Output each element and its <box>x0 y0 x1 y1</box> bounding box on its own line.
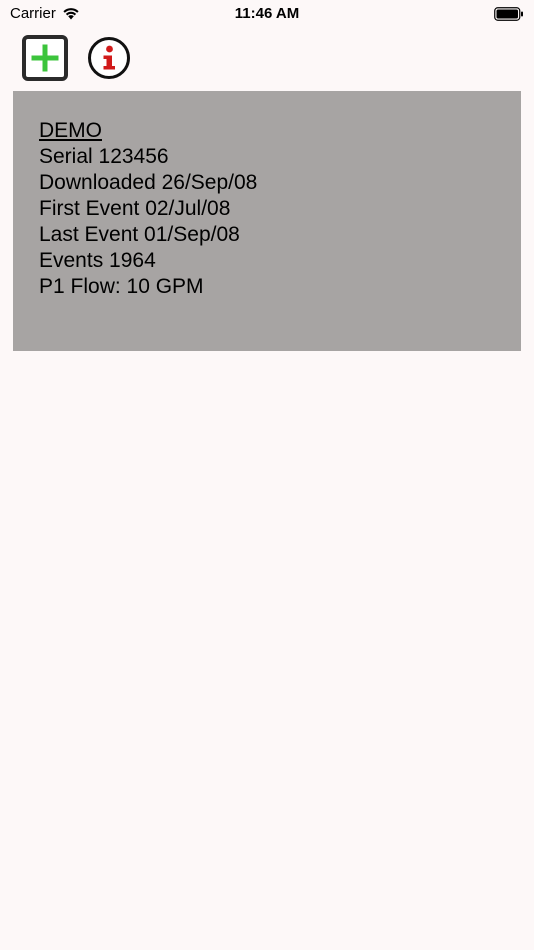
status-bar: Carrier 11:46 AM <box>0 0 534 30</box>
device-flow: P1 Flow: 10 GPM <box>39 275 204 298</box>
device-last-event: Last Event 01/Sep/08 <box>39 223 240 246</box>
add-device-button[interactable] <box>22 35 68 81</box>
info-icon <box>88 37 130 79</box>
status-time: 11:46 AM <box>234 5 300 22</box>
device-name: DEMO <box>39 119 102 142</box>
plus-icon <box>31 44 59 72</box>
toolbar <box>0 34 534 86</box>
device-events: Events 1964 <box>39 249 156 272</box>
device-serial: Serial 123456 <box>39 145 169 168</box>
battery-icon <box>494 7 523 21</box>
info-button[interactable] <box>87 36 131 80</box>
device-downloaded: Downloaded 26/Sep/08 <box>39 171 258 194</box>
device-first-event: First Event 02/Jul/08 <box>39 197 231 220</box>
device-card-demo[interactable]: DEMO Serial 123456 Downloaded 26/Sep/08 … <box>13 91 521 351</box>
